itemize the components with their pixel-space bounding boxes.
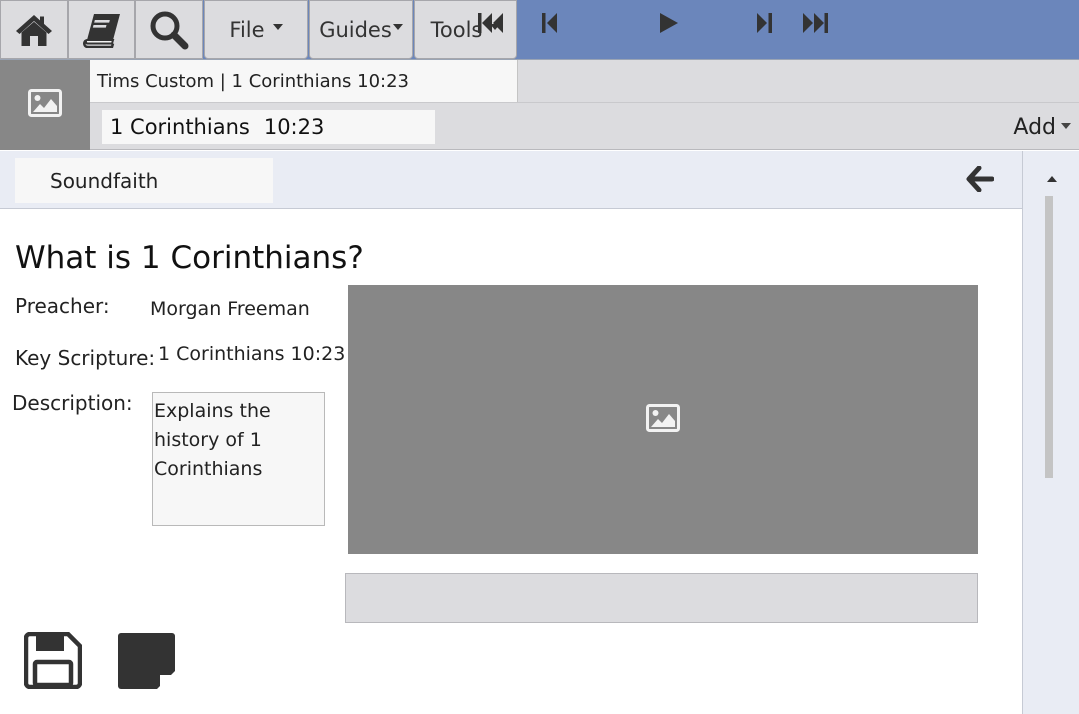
reference-input[interactable]: 1 Corinthians 10:23: [102, 110, 435, 144]
image-icon: [646, 403, 680, 436]
skip-to-end-icon: [802, 13, 828, 37]
preacher-label: Preacher:: [15, 294, 110, 318]
reference-verse: 10:23: [263, 115, 325, 139]
chevron-down-icon: [272, 23, 283, 30]
skip-to-start-button[interactable]: [477, 12, 505, 38]
book-icon: [82, 12, 122, 48]
chevron-down-icon: [392, 23, 403, 30]
skip-to-end-button[interactable]: [801, 12, 829, 38]
player-controls: [345, 573, 978, 623]
source-name: Soundfaith: [50, 168, 159, 193]
add-button-label: Add: [1013, 114, 1056, 140]
key-scripture-value[interactable]: 1 Corinthians 10:23: [158, 343, 345, 365]
note-button[interactable]: [118, 633, 175, 689]
image-icon: [28, 89, 62, 121]
source-selector[interactable]: Soundfaith: [15, 158, 273, 203]
add-button[interactable]: Add: [1013, 110, 1071, 144]
step-forward-icon: [756, 13, 772, 37]
passage-tab[interactable]: Tims Custom | 1 Corinthians 10:23: [90, 60, 518, 102]
home-icon: [15, 13, 53, 47]
preacher-value: Morgan Freeman: [150, 298, 310, 320]
scroll-up-button[interactable]: [1045, 173, 1059, 185]
passage-tab-label: Tims Custom | 1 Corinthians 10:23: [97, 70, 409, 92]
video-player[interactable]: [348, 285, 978, 554]
scrollbar-thumb[interactable]: [1045, 196, 1053, 478]
file-menu[interactable]: File: [204, 0, 308, 59]
tools-menu-label: Tools: [430, 17, 483, 42]
save-button[interactable]: [23, 631, 83, 690]
home-button[interactable]: [0, 0, 68, 59]
guides-menu-label: Guides: [319, 17, 392, 42]
step-forward-button[interactable]: [754, 12, 774, 38]
bible-button[interactable]: [68, 0, 135, 59]
guides-menu[interactable]: Guides: [309, 0, 413, 59]
passage-thumbnail[interactable]: [0, 60, 90, 150]
caret-up-icon: [1047, 176, 1057, 182]
step-back-icon: [542, 13, 558, 37]
back-button[interactable]: [964, 165, 996, 197]
description-field[interactable]: Explains the history of 1 Corinthians: [152, 392, 325, 526]
play-button[interactable]: [658, 12, 680, 38]
arrow-left-icon: [966, 165, 995, 196]
description-label: Description:: [12, 391, 133, 415]
step-back-button[interactable]: [540, 12, 560, 38]
description-text: Explains the history of 1 Corinthians: [154, 400, 271, 480]
search-icon: [149, 10, 189, 50]
chevron-down-icon: [1061, 123, 1071, 129]
search-button[interactable]: [135, 0, 203, 59]
file-menu-label: File: [229, 17, 265, 42]
key-scripture-label: Key Scripture:: [15, 346, 156, 370]
skip-to-start-icon: [478, 13, 504, 37]
note-icon: [118, 633, 175, 693]
reference-book: 1 Corinthians: [110, 115, 250, 139]
save-icon: [23, 631, 83, 693]
sermon-title: What is 1 Corinthians?: [15, 240, 364, 276]
play-icon: [659, 12, 679, 38]
